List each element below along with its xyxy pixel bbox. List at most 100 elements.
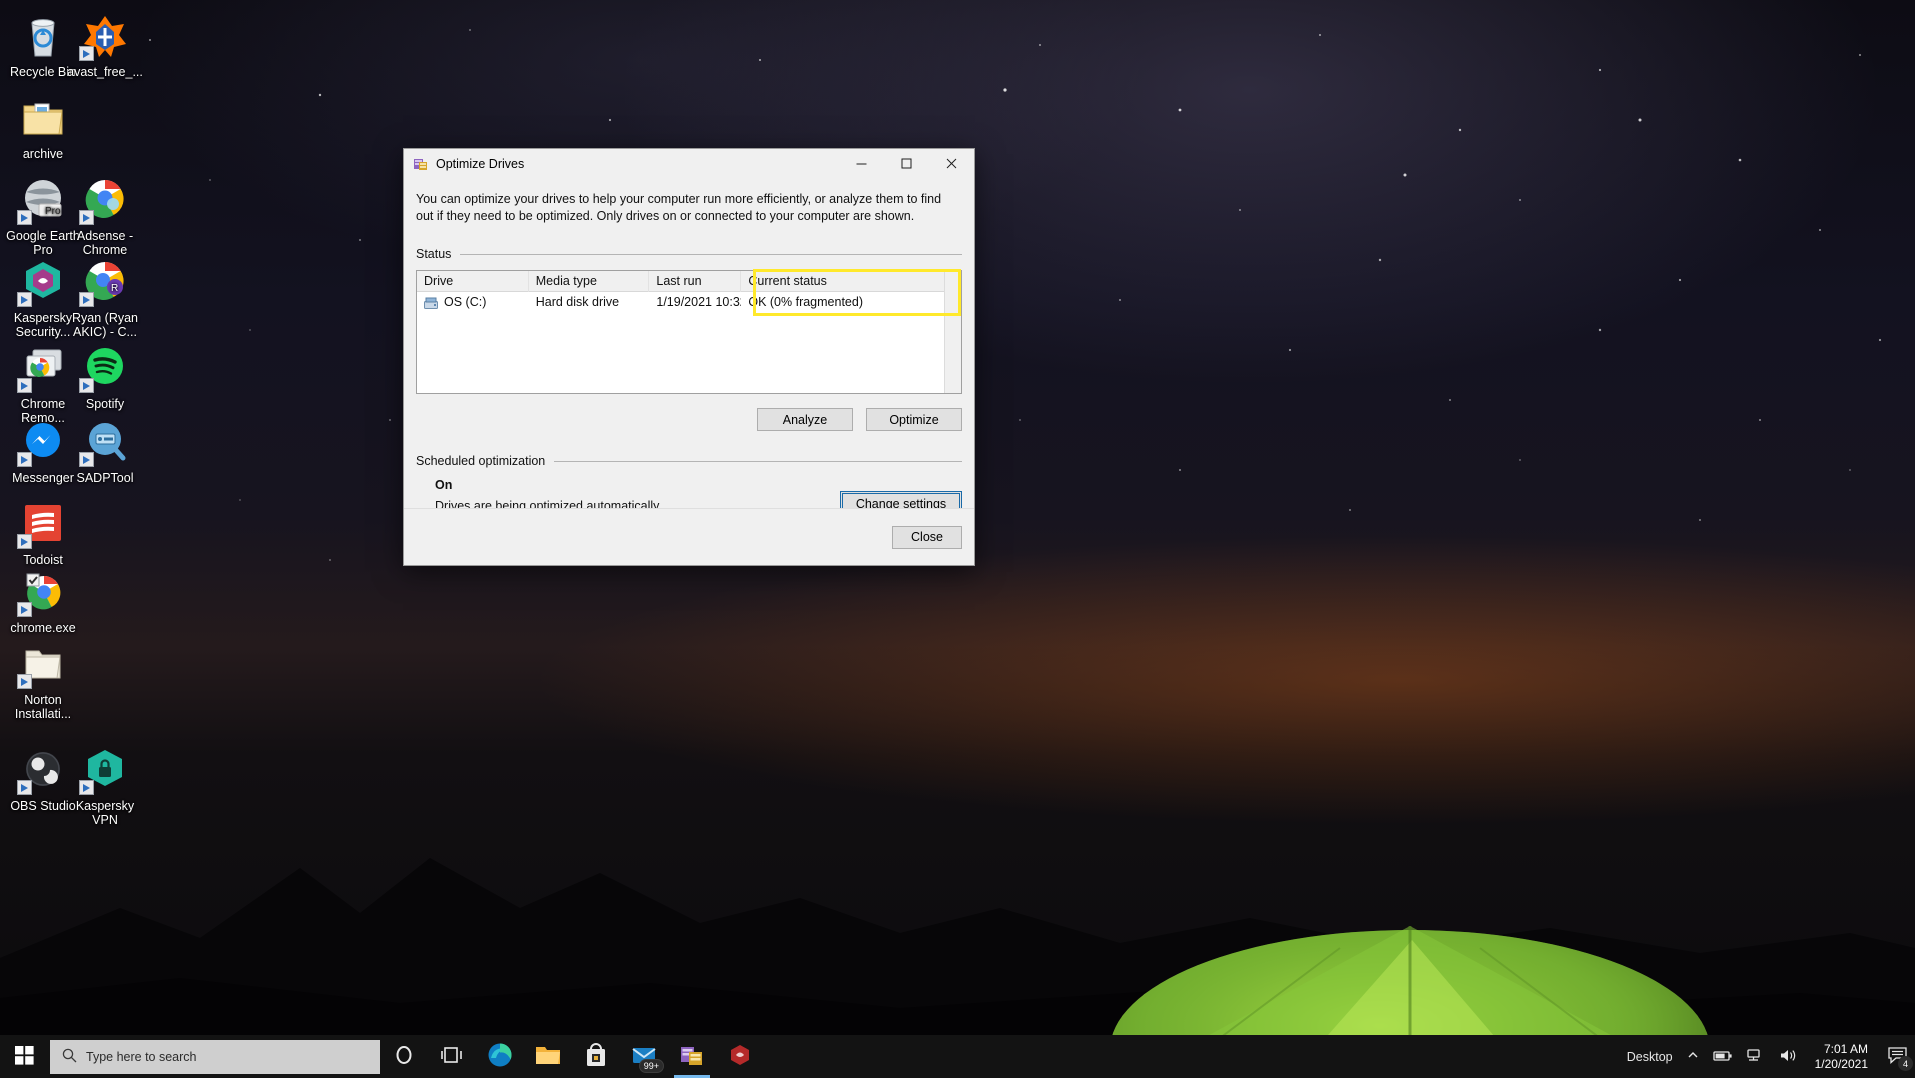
cortana-button[interactable]: [380, 1035, 428, 1078]
spotify-icon: [79, 344, 129, 393]
system-tray: Desktop 7:01 AM 1/20/2021 4: [1620, 1035, 1915, 1078]
shortcut-overlay-icon: [79, 780, 94, 795]
column-header-current-status[interactable]: Current status: [741, 271, 944, 292]
shortcut-overlay-icon: [79, 210, 94, 225]
optimize-drives-taskbar-icon: [680, 1043, 704, 1070]
desktop-icon-label: Todoist: [23, 553, 63, 567]
svg-text:Pro: Pro: [45, 206, 61, 217]
action-center-button[interactable]: 4: [1879, 1035, 1915, 1078]
desktop-icon-adsense-chrome[interactable]: Adsense - Chrome: [66, 176, 144, 257]
dialog-body: You can optimize your drives to help you…: [404, 191, 974, 534]
shortcut-overlay-icon: [17, 602, 32, 617]
maximize-button[interactable]: [884, 149, 929, 179]
column-header-media-type[interactable]: Media type: [529, 270, 650, 292]
column-header-last-run[interactable]: Last run: [649, 270, 742, 292]
clock[interactable]: 7:01 AM 1/20/2021: [1804, 1035, 1879, 1078]
table-header-row: Drive Media type Last run Current status: [417, 270, 944, 292]
desktop-icon-avast-free[interactable]: avast_free_...: [66, 12, 144, 79]
taskbar[interactable]: Type here to search 99+ Desktop 7:01 AM …: [0, 1035, 1915, 1078]
status-action-buttons: Analyze Optimize: [416, 408, 962, 431]
cell-current-status: OK (0% fragmented): [748, 295, 863, 309]
optimize-button[interactable]: Optimize: [866, 408, 962, 431]
optimize-drives-icon: [413, 156, 429, 172]
google-earth-pro-icon: Pro: [17, 176, 67, 225]
desktop-icon-label: avast_free_...: [67, 65, 143, 79]
avast-icon: [79, 12, 129, 61]
todoist-icon: [17, 500, 67, 549]
status-group-header: Status: [416, 247, 962, 261]
tray-overflow-button[interactable]: [1680, 1035, 1706, 1078]
desktop-icon-label: Adsense - Chrome: [76, 229, 134, 257]
shortcut-overlay-icon: [79, 378, 94, 393]
group-divider: [460, 253, 962, 255]
network-icon: [1746, 1048, 1765, 1065]
mail-button[interactable]: 99+: [620, 1035, 668, 1078]
battery-icon: [1712, 1049, 1733, 1065]
analyze-button[interactable]: Analyze: [757, 408, 853, 431]
file-explorer-button[interactable]: [524, 1035, 572, 1078]
microsoft-store-button[interactable]: [572, 1035, 620, 1078]
chrome-shortcut-icon: [79, 176, 129, 225]
scheduled-group-header: Scheduled optimization: [416, 454, 962, 468]
kaspersky-taskbar-icon: [729, 1044, 751, 1069]
chrome-exe-icon: [17, 568, 67, 617]
dialog-description: You can optimize your drives to help you…: [416, 192, 942, 223]
drives-listview[interactable]: Drive Media type Last run Current status: [416, 269, 962, 394]
minimize-button[interactable]: [839, 149, 884, 179]
volume-icon: [1779, 1048, 1797, 1066]
optimize-drives-dialog[interactable]: Optimize Drives You can optimize your dr…: [403, 148, 975, 566]
search-input[interactable]: Type here to search: [50, 1039, 380, 1074]
desktop-icon-label: Ryan (Ryan AKIC) - C...: [72, 311, 138, 339]
battery-button[interactable]: [1706, 1035, 1740, 1078]
close-button[interactable]: Close: [892, 525, 962, 549]
task-view-button[interactable]: [428, 1035, 476, 1078]
shortcut-overlay-icon: [17, 378, 32, 393]
shortcut-overlay-icon: [17, 534, 32, 549]
listview-scrollbar[interactable]: [944, 271, 961, 393]
kaspersky-taskbar-button[interactable]: [716, 1035, 764, 1078]
kaspersky-security-icon: [17, 258, 67, 307]
desktop-icon-chrome-exe[interactable]: chrome.exe: [4, 568, 82, 635]
svg-text:R: R: [111, 283, 118, 294]
shortcut-overlay-icon: [17, 674, 32, 689]
shortcut-overlay-icon: [17, 292, 32, 307]
desktop-icon-sadptool[interactable]: SADPTool: [66, 418, 144, 485]
dialog-titlebar[interactable]: Optimize Drives: [404, 149, 974, 179]
desktop-icon-label: Norton Installati...: [14, 693, 72, 721]
desktop-icon-label: Spotify: [85, 397, 125, 411]
drives-table: Drive Media type Last run Current status: [417, 270, 944, 393]
optimize-drives-taskbar-button[interactable]: [668, 1035, 716, 1078]
desktop-icon-spotify[interactable]: Spotify: [66, 344, 144, 411]
clock-time: 7:01 AM: [1823, 1041, 1868, 1056]
cell-last-run: 1/19/2021 10:32 PM: [656, 295, 741, 309]
dialog-title: Optimize Drives: [436, 156, 525, 171]
cell-media-type: Hard disk drive: [535, 295, 620, 309]
dialog-footer: Close: [404, 508, 974, 565]
action-center-badge: 4: [1898, 1056, 1913, 1071]
search-icon: [62, 1048, 77, 1066]
group-divider: [554, 460, 962, 462]
desktop-icon-ryan-chrome-profile[interactable]: R Ryan (Ryan AKIC) - C...: [66, 258, 144, 339]
start-button[interactable]: [0, 1035, 48, 1078]
desktop-icon-archive[interactable]: archive: [4, 94, 82, 161]
desktop[interactable]: Recycle Bin avast_free_... archive Pro G…: [0, 0, 1915, 1078]
cortana-icon: [394, 1045, 414, 1068]
network-button[interactable]: [1740, 1035, 1772, 1078]
mountain-silhouette: [0, 858, 1915, 1078]
task-view-icon: [441, 1046, 463, 1067]
close-window-button[interactable]: [929, 149, 974, 179]
chevron-up-icon: [1687, 1049, 1699, 1064]
microsoft-edge-button[interactable]: [476, 1035, 524, 1078]
table-row[interactable]: OS (C:) Hard disk drive 1/19/2021 10:32 …: [417, 292, 944, 313]
show-desktop-label[interactable]: Desktop: [1620, 1035, 1680, 1078]
column-header-drive[interactable]: Drive: [417, 270, 529, 292]
desktop-icon-kaspersky-vpn[interactable]: Kaspersky VPN: [66, 746, 144, 827]
messenger-icon: [17, 418, 67, 467]
volume-button[interactable]: [1772, 1035, 1804, 1078]
status-group-label: Status: [416, 247, 452, 261]
cell-drive-label: OS (C:): [444, 295, 487, 309]
desktop-icon-norton-installation[interactable]: Norton Installati...: [4, 640, 82, 721]
desktop-icon-todoist[interactable]: Todoist: [4, 500, 82, 567]
desktop-icon-label: chrome.exe: [10, 621, 76, 635]
desktop-icon-label: archive: [22, 147, 64, 161]
